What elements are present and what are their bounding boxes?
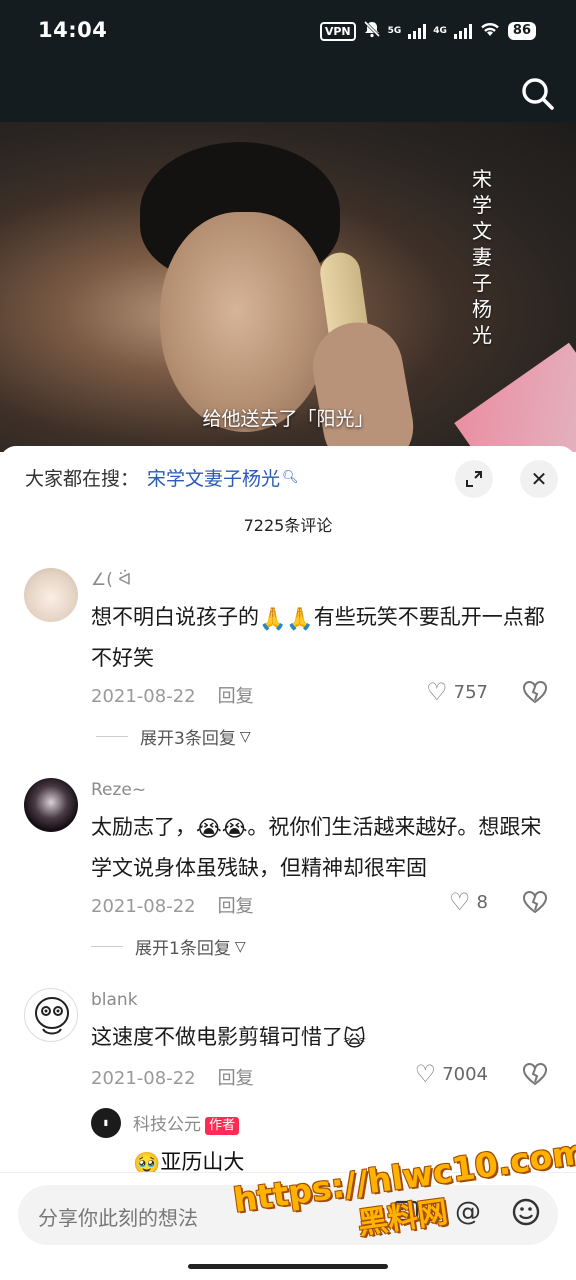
hot-search[interactable]: 大家都在搜： 宋学文妻子杨光 🔍︎ bbox=[25, 464, 299, 491]
sub-reply-username-text: 科技公元 bbox=[133, 1115, 201, 1135]
like-count: 757 bbox=[453, 681, 488, 703]
comment-text: 这速度不做电影剪辑可惜了🙀 bbox=[91, 1018, 561, 1059]
comment-meta: 2021-08-22 回复 bbox=[91, 1064, 254, 1090]
divider-line bbox=[96, 736, 128, 737]
sub-reply-username[interactable]: 科技公元 作者 bbox=[133, 1110, 240, 1135]
chevron-down-icon: ▽ bbox=[234, 938, 246, 955]
chevron-down-icon: ▽ bbox=[239, 728, 251, 745]
avatar[interactable]: ▮ bbox=[91, 1108, 121, 1138]
search-small-icon: 🔍︎ bbox=[282, 470, 299, 485]
like-button[interactable]: ♡ 757 bbox=[426, 680, 488, 704]
expand-replies-button[interactable]: 展开1条回复 ▽ bbox=[91, 934, 246, 959]
sub-reply-text-part: 亚历山大 bbox=[160, 1150, 245, 1174]
video-vertical-title: 宋学文妻子杨光 bbox=[472, 167, 492, 347]
like-button[interactable]: ♡ 8 bbox=[449, 890, 488, 914]
close-icon[interactable]: ✕ bbox=[520, 460, 558, 498]
net-4g-label: 4G bbox=[433, 26, 447, 36]
broken-heart-icon[interactable] bbox=[522, 890, 548, 920]
comment-input-placeholder: 分享你此刻的想法 bbox=[38, 1206, 198, 1230]
comment-username[interactable]: ∠( ᐛ bbox=[91, 570, 131, 590]
search-icon[interactable] bbox=[518, 74, 558, 114]
vpn-icon: VPN bbox=[319, 21, 356, 41]
video-subtitle: 给他送去了「阳光」 bbox=[202, 408, 374, 430]
status-bar: 14:04 VPN 5G 4G 86 bbox=[0, 0, 576, 64]
comment-username[interactable]: Reze~ bbox=[91, 780, 146, 800]
like-count: 8 bbox=[476, 891, 488, 913]
comment-text-part: 想不明白说孩子的 bbox=[91, 605, 259, 629]
expand-icon[interactable] bbox=[455, 460, 493, 498]
video-player[interactable]: 宋学文妻子杨光 给他送去了「阳光」 bbox=[0, 122, 576, 452]
comment-text-part: 太励志了， bbox=[91, 815, 196, 839]
status-time: 14:04 bbox=[38, 18, 108, 42]
avatar[interactable] bbox=[24, 778, 78, 832]
comment-text-part: 这速度不做电影剪辑可惜了 bbox=[91, 1025, 343, 1049]
crying-emoji-icon: 😭😭 bbox=[196, 817, 248, 842]
broken-heart-icon[interactable] bbox=[522, 1062, 548, 1092]
comment-meta: 2021-08-22 回复 bbox=[91, 682, 254, 708]
comment-meta: 2021-08-22 回复 bbox=[91, 892, 254, 918]
comment-count: 7225条评论 bbox=[243, 516, 333, 535]
comment-username[interactable]: blank bbox=[91, 990, 138, 1010]
author-badge: 作者 bbox=[205, 1117, 240, 1135]
expand-replies-label: 展开3条回复 bbox=[140, 729, 236, 749]
like-button[interactable]: ♡ 7004 bbox=[415, 1062, 488, 1086]
mute-bell-icon bbox=[363, 20, 381, 42]
top-bar bbox=[0, 64, 576, 122]
hot-search-label: 大家都在搜： bbox=[25, 468, 140, 490]
comment-date: 2021-08-22 bbox=[91, 896, 196, 917]
expand-replies-button[interactable]: 展开3条回复 ▽ bbox=[96, 724, 251, 749]
comment-date: 2021-08-22 bbox=[91, 686, 196, 707]
cartoon-face-icon bbox=[35, 997, 69, 1035]
comment-date: 2021-08-22 bbox=[91, 1068, 196, 1089]
broken-heart-icon[interactable] bbox=[522, 680, 548, 710]
expand-replies-label: 展开1条回复 bbox=[135, 939, 231, 959]
comment-text: 太励志了，😭😭。祝你们生活越来越好。想跟宋学文说身体虽残缺，但精神却很牢固 bbox=[91, 808, 561, 887]
comment-text: 想不明白说孩子的🙏🙏有些玩笑不要乱开一点都不好笑 bbox=[91, 598, 561, 677]
signal-5g-icon bbox=[408, 23, 427, 39]
signal-4g-icon bbox=[453, 23, 472, 39]
reply-button[interactable]: 回复 bbox=[218, 686, 254, 707]
heart-icon: ♡ bbox=[426, 678, 448, 706]
video-figure-face bbox=[160, 212, 330, 432]
reply-button[interactable]: 回复 bbox=[218, 896, 254, 917]
wifi-icon bbox=[479, 21, 501, 41]
avatar[interactable] bbox=[24, 568, 78, 622]
hot-search-keyword[interactable]: 宋学文妻子杨光 bbox=[147, 464, 280, 491]
status-icons: VPN 5G 4G 86 bbox=[319, 20, 536, 42]
video-light bbox=[454, 342, 576, 452]
heart-icon: ♡ bbox=[449, 888, 471, 916]
battery-icon: 86 bbox=[507, 22, 536, 40]
net-5g-label: 5G bbox=[387, 26, 402, 36]
avatar[interactable] bbox=[24, 988, 78, 1042]
pray-emoji-icon: 🙏🙏 bbox=[259, 607, 314, 632]
home-indicator[interactable] bbox=[188, 1264, 388, 1269]
reply-button[interactable]: 回复 bbox=[218, 1068, 254, 1089]
heart-icon: ♡ bbox=[414, 1060, 437, 1088]
divider-line bbox=[91, 946, 123, 947]
like-count: 7004 bbox=[442, 1063, 488, 1085]
cat-face-emoji-icon: 🙀 bbox=[343, 1027, 366, 1052]
